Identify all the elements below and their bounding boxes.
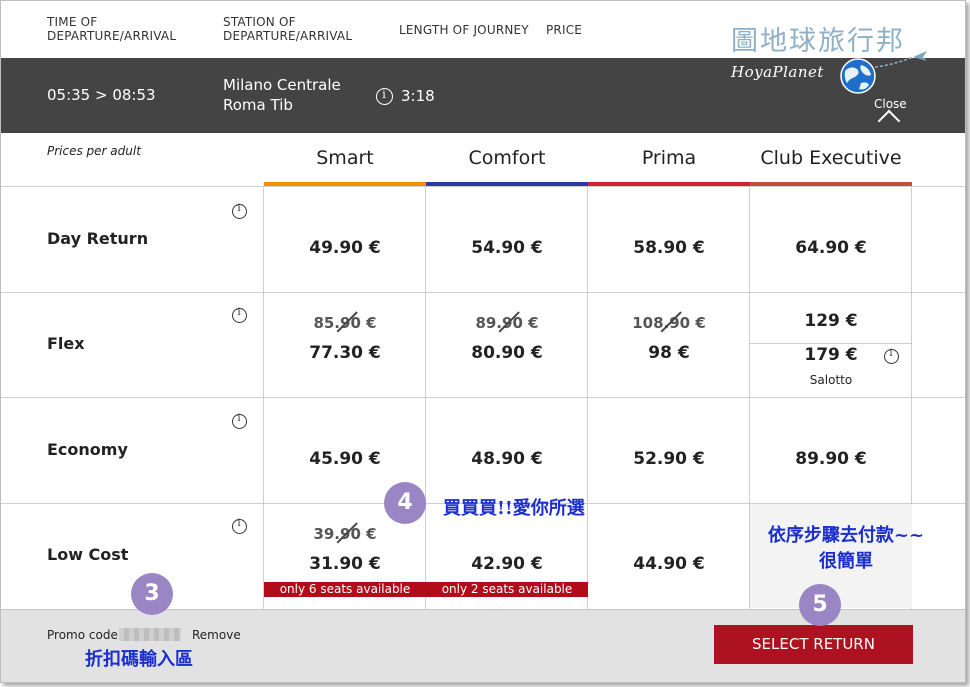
price-day-return-smart[interactable]: 49.90 € xyxy=(264,238,426,258)
journey-duration: 3:18 xyxy=(401,87,435,105)
select-return-button[interactable]: SELECT RETURN xyxy=(714,625,913,664)
price-day-return-club[interactable]: 64.90 € xyxy=(750,238,912,258)
globe-icon xyxy=(840,58,876,94)
chevron-up-icon xyxy=(877,109,901,133)
class-smart: Smart xyxy=(316,147,374,169)
cell-divider xyxy=(750,343,911,344)
row-label-economy: Economy xyxy=(47,440,128,459)
annotation-step-5-line1: 依序步驟去付款~~ xyxy=(767,525,925,546)
header-station: STATION OF DEPARTURE/ARRIVAL xyxy=(223,15,353,43)
station-from: Milano Centrale xyxy=(223,76,341,94)
station-to: Roma Tib xyxy=(223,96,293,114)
promo-remove-link[interactable]: Remove xyxy=(192,628,241,642)
price-day-return-prima[interactable]: 58.90 € xyxy=(588,238,750,258)
price-flex-club[interactable]: 129 € xyxy=(750,311,912,331)
price-flex-smart[interactable]: 77.30 € xyxy=(264,343,426,363)
price-economy-club[interactable]: 89.90 € xyxy=(750,449,912,469)
prices-per-adult: Prices per adult xyxy=(47,144,141,158)
step-badge-5: 5 xyxy=(799,584,841,626)
price-lowcost-smart[interactable]: 31.90 € xyxy=(264,554,426,574)
seats-badge-smart: only 6 seats available xyxy=(264,582,426,597)
price-economy-prima[interactable]: 52.90 € xyxy=(588,449,750,469)
watermark-english: HoyaPlanet xyxy=(731,63,824,81)
booking-panel: TIME OF DEPARTURE/ARRIVAL STATION OF DEP… xyxy=(0,0,966,683)
seats-badge-comfort: only 2 seats available xyxy=(426,582,588,597)
price-flex-comfort[interactable]: 80.90 € xyxy=(426,343,588,363)
close-button[interactable]: Close xyxy=(869,97,909,133)
price-economy-smart[interactable]: 45.90 € xyxy=(264,449,426,469)
info-icon[interactable] xyxy=(884,348,899,364)
info-icon[interactable] xyxy=(232,307,247,323)
header-time: TIME OF DEPARTURE/ARRIVAL xyxy=(47,15,177,43)
airplane-icon xyxy=(874,51,927,68)
row-label-day-return: Day Return xyxy=(47,229,149,248)
row-divider xyxy=(1,292,965,293)
price-lowcost-prima[interactable]: 44.90 € xyxy=(588,554,750,574)
salotto-label: Salotto xyxy=(809,373,853,387)
watermark-logo: 圖地球旅行邦 HoyaPlanet xyxy=(727,19,937,99)
step-badge-4: 4 xyxy=(384,482,426,524)
annotation-step-3: 折扣碼輸入區 xyxy=(85,649,193,670)
price-flex-prima[interactable]: 98 € xyxy=(588,343,750,363)
annotation-step-4: 買買買!!愛你所選 xyxy=(443,498,585,519)
journey-times: 05:35 > 08:53 xyxy=(47,86,156,104)
header-length: LENGTH OF JOURNEY xyxy=(399,23,529,37)
duration-info-icon[interactable] xyxy=(376,88,393,105)
price-lowcost-comfort[interactable]: 42.90 € xyxy=(426,554,588,574)
info-icon[interactable] xyxy=(232,203,247,219)
annotation-step-5-line2: 很簡單 xyxy=(819,551,873,572)
row-label-flex: Flex xyxy=(47,334,85,353)
header-price: PRICE xyxy=(546,23,583,37)
price-day-return-comfort[interactable]: 54.90 € xyxy=(426,238,588,258)
class-prima: Prima xyxy=(641,147,697,169)
promo-code-input[interactable] xyxy=(119,628,181,641)
close-label: Close xyxy=(874,97,907,111)
step-badge-3: 3 xyxy=(131,573,173,615)
row-label-low-cost: Low Cost xyxy=(47,545,129,564)
class-comfort: Comfort xyxy=(468,147,546,169)
row-divider xyxy=(1,186,965,187)
price-economy-comfort[interactable]: 48.90 € xyxy=(426,449,588,469)
info-icon[interactable] xyxy=(232,413,247,429)
info-icon[interactable] xyxy=(232,518,247,534)
row-divider xyxy=(1,397,965,398)
class-club-executive: Club Executive xyxy=(760,147,902,169)
promo-code-label: Promo code xyxy=(47,628,118,642)
